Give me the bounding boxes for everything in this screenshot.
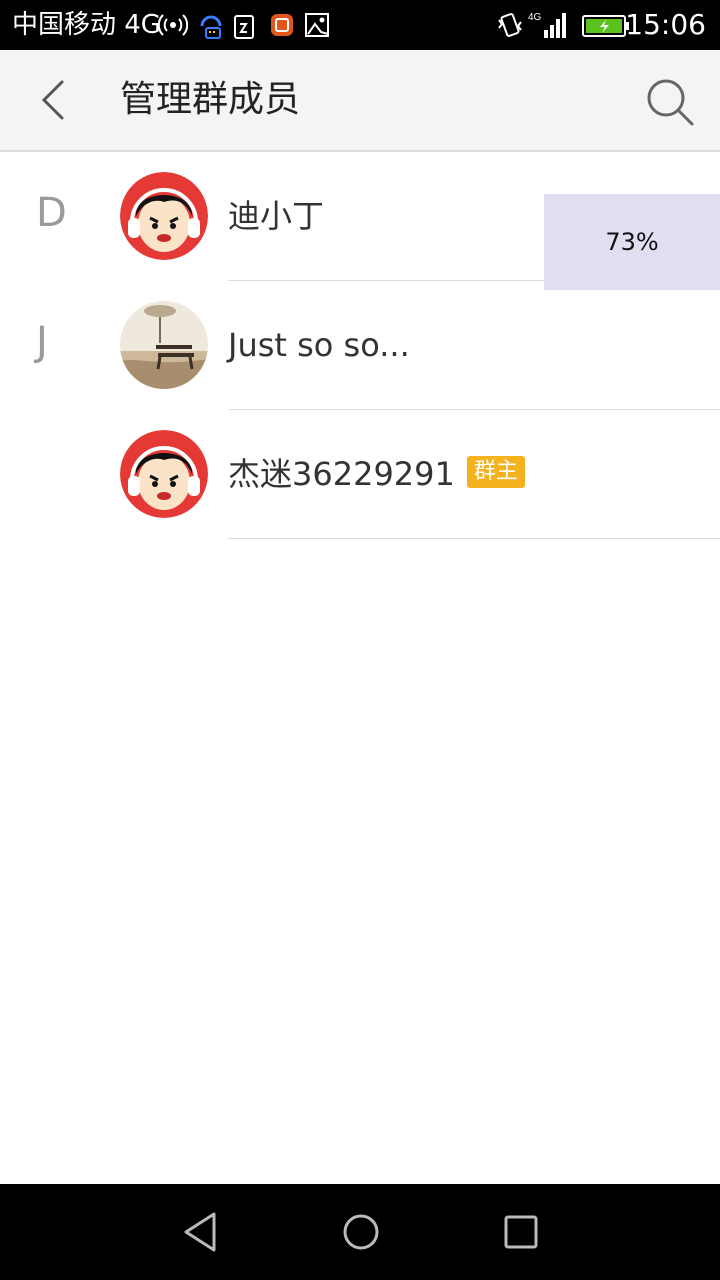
carrier-label: 中国移动 4G — [12, 10, 161, 40]
section-index-letter: J — [36, 319, 48, 365]
app-header: 管理群成员 — [0, 50, 720, 152]
image-icon — [305, 13, 329, 37]
group-owner-badge: 群主 — [466, 456, 525, 488]
member-name-row: 杰迷36229291 群主 — [228, 450, 525, 498]
member-name: 迪小丁 — [228, 197, 325, 235]
member-name: 杰迷36229291 — [228, 455, 455, 493]
member-row[interactable]: 杰迷36229291 群主 — [0, 410, 720, 539]
headset-chat-icon — [200, 15, 222, 39]
page-title: 管理群成员 — [120, 79, 301, 120]
status-bar: 中国移动 4G 4G 15:06 — [0, 0, 720, 50]
home-circle-icon[interactable] — [331, 1202, 391, 1262]
app-notification-icon — [271, 14, 293, 36]
member-name: Just so so... — [228, 326, 410, 364]
member-row[interactable]: J Just so so... — [0, 281, 720, 410]
cartoon-boy-avatar[interactable] — [120, 172, 208, 260]
clock: 15:06 — [625, 8, 706, 41]
navigation-bar — [0, 1184, 720, 1280]
svg-text:4G: 4G — [528, 12, 542, 23]
battery-charging-icon — [582, 15, 629, 37]
chevron-left-icon[interactable] — [30, 72, 86, 128]
sim-icon — [234, 15, 254, 39]
park-bench-avatar[interactable] — [120, 301, 208, 389]
signal-4g-icon: 4G — [528, 12, 566, 38]
section-index-letter: D — [36, 190, 67, 236]
cartoon-boy-avatar[interactable] — [120, 430, 208, 518]
hotspot-icon — [158, 14, 188, 36]
progress-overlay: 73% — [544, 194, 720, 290]
vibrate-icon — [498, 13, 522, 37]
recents-square-icon[interactable] — [491, 1202, 551, 1262]
progress-percent: 73% — [605, 228, 659, 256]
row-divider — [228, 538, 720, 539]
search-icon[interactable] — [640, 72, 700, 132]
back-triangle-icon[interactable] — [170, 1202, 230, 1262]
